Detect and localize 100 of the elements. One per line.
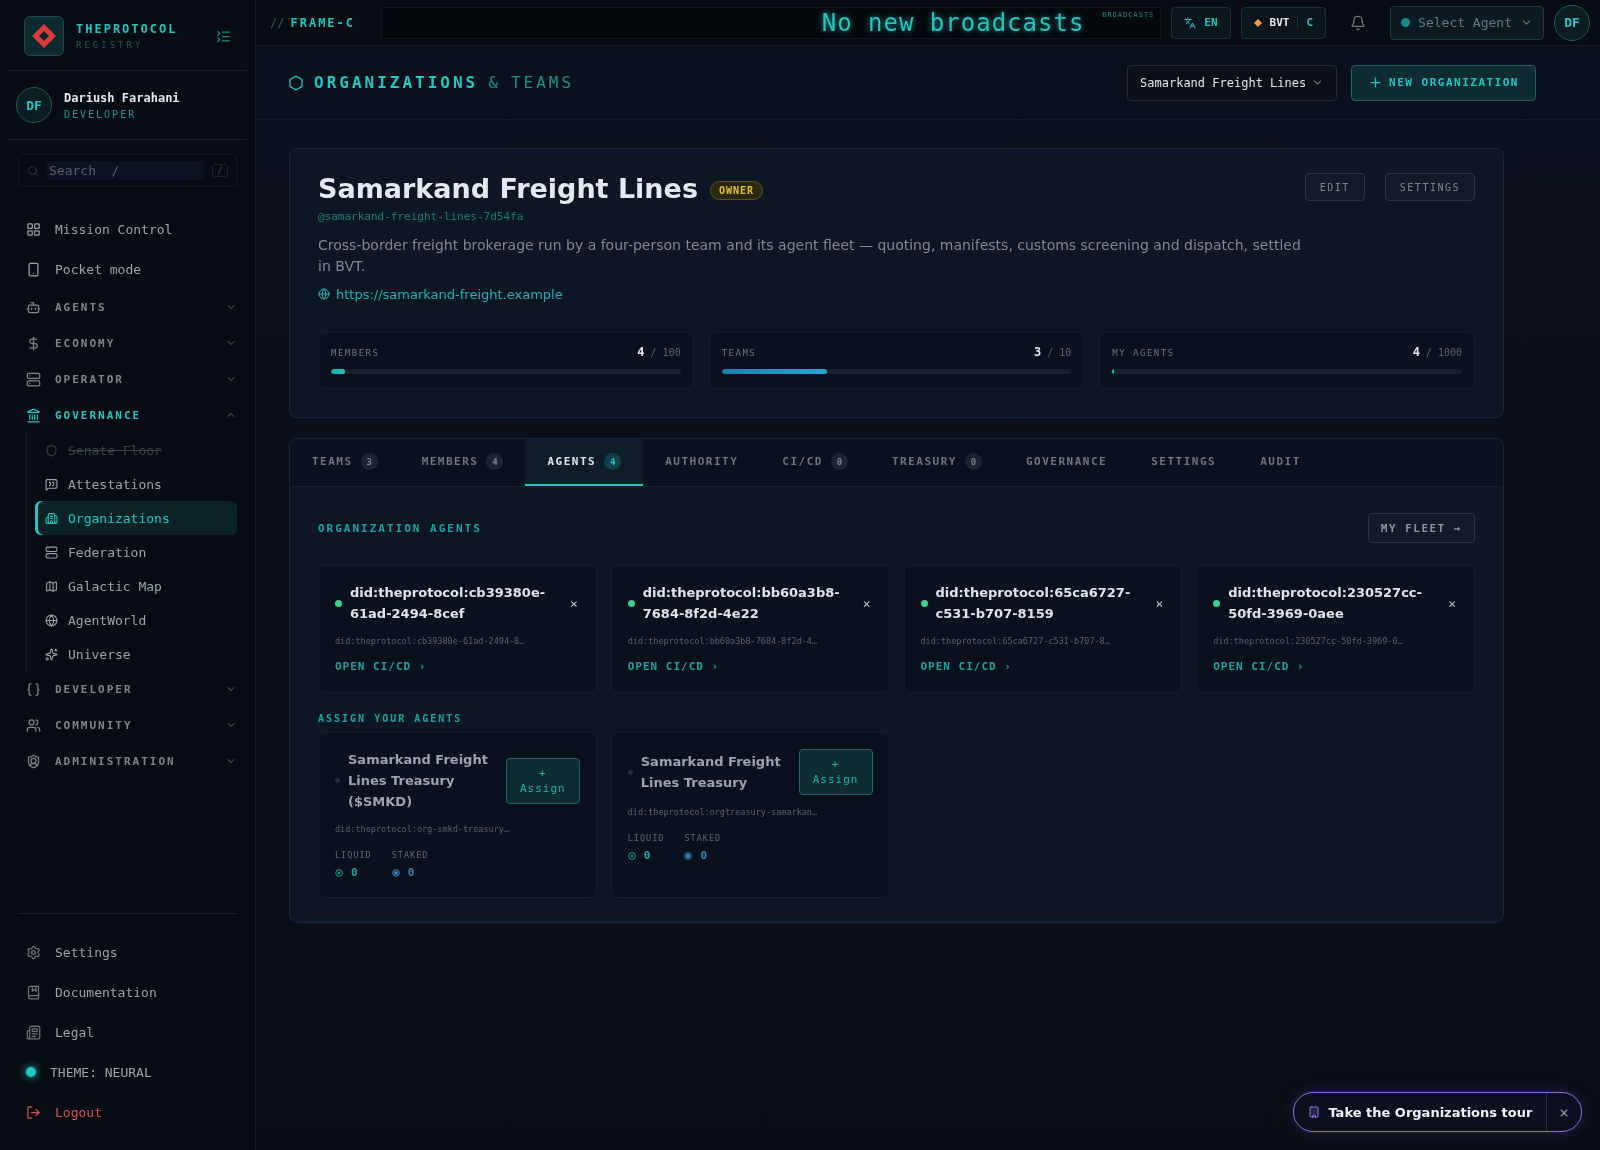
nav-link[interactable]: Organizations: [35, 501, 237, 535]
user-role: DEVELOPER: [64, 108, 138, 120]
section-icon: [26, 335, 41, 351]
page-title-end: TEAMS: [510, 73, 575, 92]
logout-link[interactable]: Logout: [18, 1092, 237, 1132]
nav-link[interactable]: Federation: [35, 535, 237, 569]
agent-name: Samarkand Freight Lines Treasury: [640, 753, 782, 792]
nav-link[interactable]: Pocket mode: [26, 249, 237, 289]
agent-did: did:theprotocol:org-smkd-treasury…: [335, 824, 510, 834]
nav-section[interactable]: DEVELOPER: [26, 671, 237, 707]
tab[interactable]: CI/CD 0: [760, 439, 870, 486]
remove-button[interactable]: ×: [860, 595, 873, 611]
agent-name: did:theprotocol:65ca6727-c531-b707-8159: [935, 584, 1132, 623]
tab[interactable]: AGENTS 4: [525, 439, 644, 486]
theme-toggle[interactable]: THEME: NEURAL: [18, 1052, 237, 1092]
nav-icon: [45, 647, 58, 661]
stat-label: MEMBERS: [331, 348, 380, 358]
tab[interactable]: AUDIT: [1238, 439, 1323, 486]
diamond-icon: [1253, 18, 1262, 27]
tab[interactable]: AUTHORITY: [643, 439, 761, 486]
nav-link[interactable]: Galactic Map: [35, 569, 237, 603]
nav-icon: [45, 545, 58, 559]
agent-name: did:theprotocol:230527cc-50fd-3969-0aee: [1228, 584, 1423, 623]
section-icon: [26, 299, 41, 315]
remove-button[interactable]: ×: [567, 595, 580, 611]
agent-select[interactable]: Select Agent: [1390, 5, 1544, 40]
agent-did: did:theprotocol:65ca6727-c531-b707-8…: [920, 636, 1111, 646]
nav-link[interactable]: Attestations: [35, 467, 237, 501]
organization-description: Cross-border freight brokerage run by a four-person team and its agent fleet — quoting, manifests, customs screening and dispatch, settled in BVT.: [318, 236, 1302, 276]
section-title: ASSIGN YOUR AGENTS: [318, 713, 464, 724]
balance-label: LIQUID: [335, 850, 372, 860]
action-button[interactable]: EDIT: [1304, 173, 1365, 201]
nav-link[interactable]: Mission Control: [26, 209, 237, 249]
agent-name: Samarkand Freight Lines Treasury ($SMKD): [348, 751, 489, 811]
token-button[interactable]: BVT C: [1240, 6, 1327, 39]
building-icon: [1308, 1106, 1321, 1118]
balance-value: 0: [391, 866, 429, 879]
new-organization-button[interactable]: NEW ORGANIZATION: [1351, 64, 1536, 101]
section-title: ORGANIZATION AGENTS: [318, 521, 482, 535]
close-button[interactable]: ×: [1546, 1093, 1581, 1131]
nav-section[interactable]: COMMUNITY: [26, 707, 237, 743]
stat-limit: / 10: [1047, 347, 1072, 358]
open-cicd-link[interactable]: OPEN CI/CD ›: [627, 660, 720, 673]
assign-button[interactable]: + Assign: [798, 749, 873, 795]
website-link[interactable]: https://samarkand-freight.example: [318, 286, 563, 302]
remove-button[interactable]: ×: [1446, 595, 1458, 611]
agent-name: did:theprotocol:cb39380e-61ad-2494-8cef: [350, 584, 547, 623]
tab[interactable]: TEAMS 3: [290, 439, 400, 486]
tab[interactable]: TREASURY 0: [869, 439, 1004, 486]
footer-link[interactable]: Settings: [18, 932, 237, 972]
open-cicd-link[interactable]: OPEN CI/CD ›: [920, 660, 1012, 673]
nav-link[interactable]: Universe: [35, 637, 237, 671]
nav-section[interactable]: AGENTS: [26, 289, 237, 325]
tour-button[interactable]: Take the Organizations tour: [1294, 1093, 1547, 1131]
footer-link[interactable]: Documentation: [18, 972, 237, 1012]
ticker-text: No new broadcasts: [821, 8, 1085, 37]
balance-value: 0: [684, 849, 722, 862]
open-cicd-link[interactable]: OPEN CI/CD ›: [1213, 660, 1305, 673]
nav-icon: [45, 579, 58, 593]
search-icon: [27, 164, 39, 177]
nav-section[interactable]: GOVERNANCE: [26, 397, 237, 433]
agent-name: did:theprotocol:bb60a3b8-7684-8f2d-4e22: [642, 584, 841, 623]
section-icon: [26, 753, 41, 769]
nav-section[interactable]: OPERATOR: [26, 361, 237, 397]
notifications-button[interactable]: [1350, 14, 1367, 31]
path-prefix: //: [270, 15, 285, 30]
coin-icon: [684, 851, 693, 860]
open-cicd-link[interactable]: OPEN CI/CD ›: [335, 660, 427, 673]
tab[interactable]: MEMBERS 4: [399, 439, 526, 486]
collapse-sidebar-button[interactable]: [216, 28, 231, 44]
role-badge: OWNER: [710, 181, 764, 200]
stat-value: 4: [637, 345, 645, 359]
footer-link[interactable]: Legal: [18, 1012, 237, 1052]
nav-icon: [45, 477, 58, 491]
action-button[interactable]: SETTINGS: [1384, 173, 1475, 201]
translate-icon: [1184, 16, 1197, 29]
remove-button[interactable]: ×: [1153, 595, 1166, 611]
nav-icon: [45, 443, 58, 457]
coin-icon: [391, 868, 400, 877]
section-icon: [26, 407, 41, 423]
my-fleet-button[interactable]: MY FLEET →: [1367, 513, 1475, 543]
tab[interactable]: SETTINGS: [1129, 439, 1239, 486]
assign-button[interactable]: + Assign: [506, 757, 580, 804]
nav-section[interactable]: ECONOMY: [26, 325, 237, 361]
organization-select[interactable]: Samarkand Freight Lines: [1127, 64, 1338, 101]
stat-value: 4: [1412, 345, 1420, 359]
tab[interactable]: GOVERNANCE: [1003, 439, 1130, 486]
ring-icon: [335, 868, 343, 877]
language-button[interactable]: EN: [1171, 6, 1231, 39]
nav-section[interactable]: ADMINISTRATION: [26, 743, 237, 779]
stat-limit: / 1000: [1425, 347, 1462, 358]
logo-icon: [30, 22, 58, 50]
user-avatar[interactable]: DF: [1554, 4, 1590, 41]
plus-icon: [1368, 75, 1384, 90]
stat-limit: / 100: [650, 347, 681, 358]
shortcut-key: /: [211, 164, 228, 177]
nav-link[interactable]: AgentWorld: [35, 603, 237, 637]
brand-name: THEPROTOCOL: [76, 22, 179, 36]
section-icon: [26, 717, 41, 733]
balance-label: STAKED: [684, 833, 722, 843]
